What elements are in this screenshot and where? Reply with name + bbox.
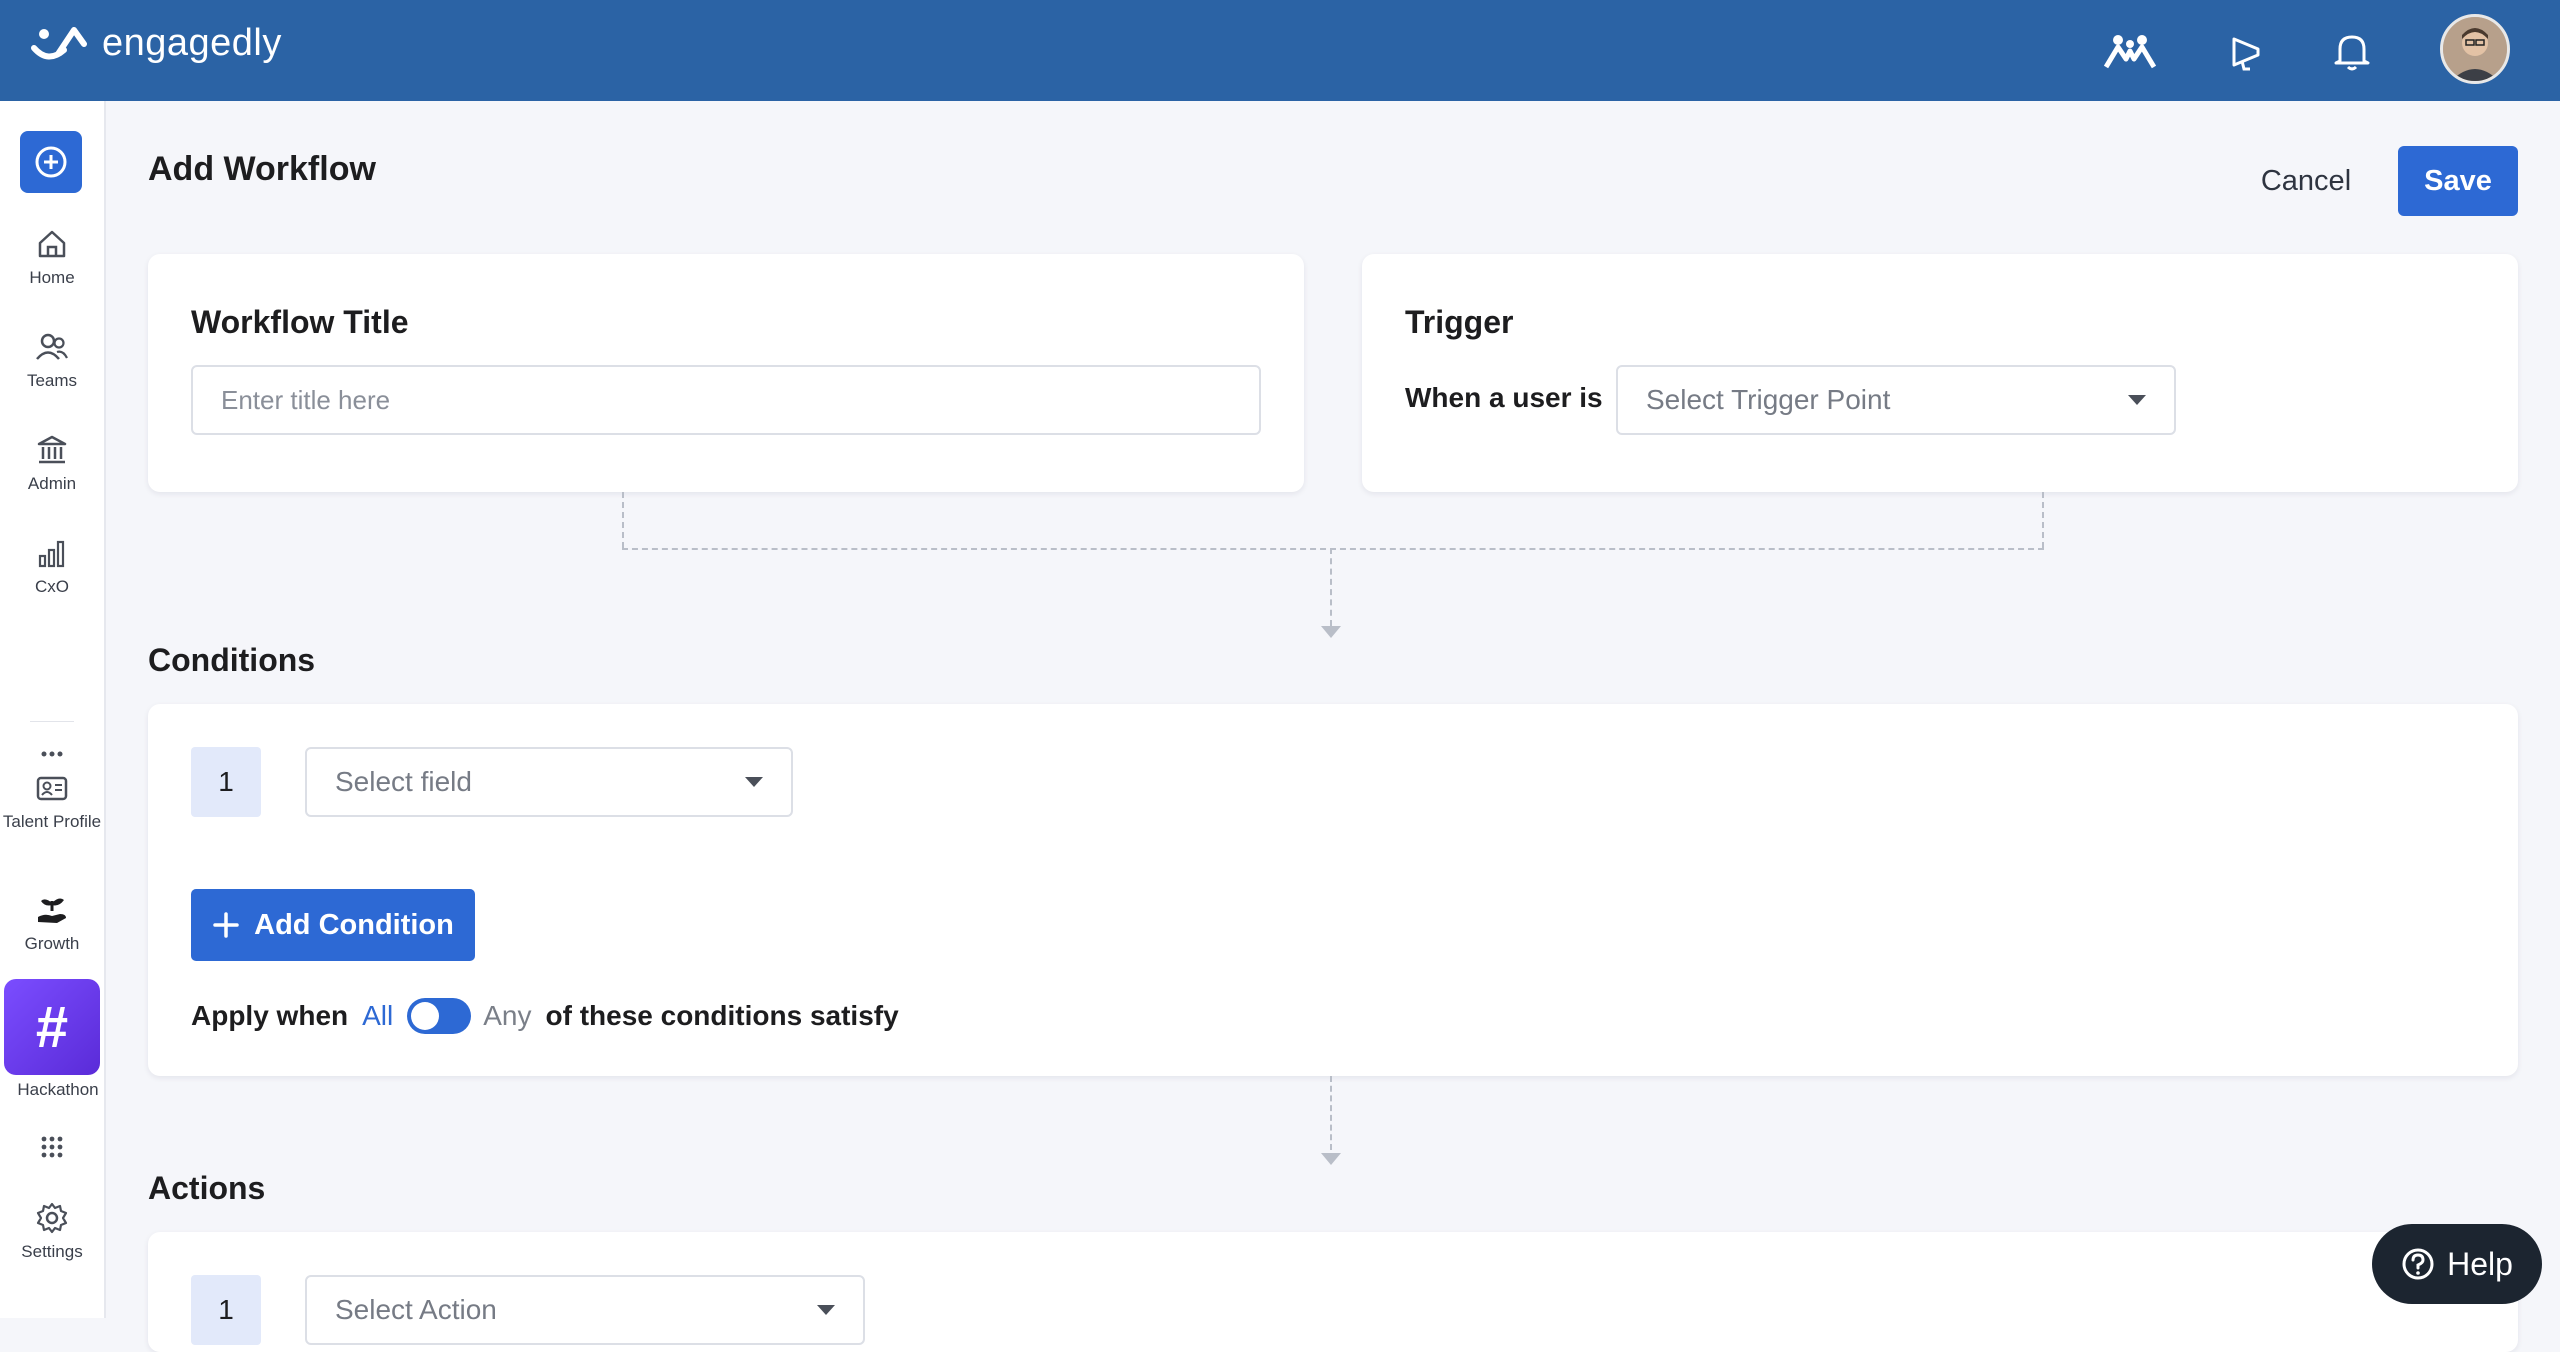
actions-card: 1 Select Action <box>148 1232 2518 1352</box>
gear-icon <box>36 1202 68 1234</box>
conditions-heading: Conditions <box>148 642 316 678</box>
sidebar-item-label: Hackathon <box>17 1080 99 1099</box>
plant-hand-icon <box>38 898 66 923</box>
people-icon[interactable] <box>2104 25 2156 77</box>
option-all-label[interactable]: All <box>362 1000 393 1032</box>
arrow-down-icon <box>1321 1153 1341 1165</box>
sidebar-item-label: Teams <box>26 371 78 390</box>
action-number: 1 <box>191 1275 261 1345</box>
condition-field-select[interactable]: Select field <box>305 747 793 817</box>
engagedly-logo-icon <box>31 27 87 60</box>
condition-field-select-value: Select field <box>335 766 472 797</box>
trigger-point-select-value: Select Trigger Point <box>1646 384 1891 415</box>
trigger-card: Trigger When a user is Select Trigger Po… <box>1362 254 2518 492</box>
sidebar-item-hackathon[interactable]: Hackathon <box>6 1079 110 1100</box>
sidebar-item-settings[interactable]: Settings <box>0 1201 104 1262</box>
cancel-button[interactable]: Cancel <box>2238 146 2374 216</box>
trigger-point-select[interactable]: Select Trigger Point <box>1616 365 2176 435</box>
sidebar-item-growth[interactable]: Growth <box>0 893 104 954</box>
page-title: Add Workflow <box>148 150 376 188</box>
hackathon-tile[interactable]: # <box>4 979 100 1075</box>
plus-circle-icon <box>35 146 67 178</box>
apply-when-row: Apply when All Any of these conditions s… <box>191 996 899 1036</box>
sidebar-item-label: Home <box>29 268 75 287</box>
apps-grid-icon[interactable] <box>0 1135 104 1164</box>
avatar[interactable] <box>2440 14 2510 84</box>
sidebar-item-admin[interactable]: Admin <box>0 433 104 494</box>
more-options-icon[interactable] <box>0 745 104 763</box>
sidebar-divider <box>30 721 74 722</box>
bar-chart-icon <box>38 540 65 568</box>
connector-line <box>622 492 624 548</box>
workflow-title-card: Workflow Title <box>148 254 1304 492</box>
action-select[interactable]: Select Action <box>305 1275 865 1345</box>
bank-icon <box>37 435 67 464</box>
chevron-down-icon <box>745 777 763 787</box>
sidebar-item-label: Growth <box>24 934 80 953</box>
apply-when-suffix: of these conditions satisfy <box>545 1000 899 1031</box>
connector-line <box>622 548 2044 550</box>
apply-when-prefix: Apply when <box>191 1000 349 1031</box>
brand-logo[interactable]: engagedly <box>30 20 282 66</box>
bell-icon[interactable] <box>2326 25 2378 77</box>
workflow-title-input[interactable] <box>191 365 1261 435</box>
megaphone-icon[interactable] <box>2222 25 2274 77</box>
home-icon <box>38 230 66 258</box>
chevron-down-icon <box>817 1305 835 1315</box>
toggle-knob <box>411 1002 440 1030</box>
sidebar: Home Teams Admin CxO Talent Profile Grow… <box>0 101 106 1318</box>
chevron-down-icon <box>2128 395 2146 405</box>
workflow-title-heading: Workflow Title <box>191 304 409 340</box>
condition-number: 1 <box>191 747 261 817</box>
sidebar-item-teams[interactable]: Teams <box>0 330 104 391</box>
sidebar-item-talent-profile[interactable]: Talent Profile <box>0 771 104 832</box>
create-button[interactable] <box>20 131 82 193</box>
brand-name: engagedly <box>102 21 282 64</box>
question-circle-icon <box>2402 1248 2434 1280</box>
help-button[interactable]: Help <box>2372 1224 2542 1304</box>
teams-icon <box>36 333 68 360</box>
connector-line <box>2042 492 2044 548</box>
all-any-toggle[interactable] <box>407 998 472 1034</box>
help-label: Help <box>2447 1245 2513 1282</box>
sidebar-item-label: Talent Profile <box>2 812 102 831</box>
id-card-icon <box>36 776 68 801</box>
sidebar-item-cxo[interactable]: CxO <box>0 536 104 597</box>
connector-line <box>1330 548 1332 626</box>
sidebar-item-label: Settings <box>21 1242 83 1261</box>
sidebar-item-label: CxO <box>35 577 69 596</box>
sidebar-item-label: Admin <box>27 474 77 493</box>
option-any-label[interactable]: Any <box>483 1000 531 1032</box>
plus-icon <box>213 912 239 938</box>
trigger-heading: Trigger <box>1405 304 1514 340</box>
trigger-label: When a user is <box>1405 382 1603 413</box>
action-select-value: Select Action <box>335 1294 497 1325</box>
add-condition-label: Add Condition <box>254 908 454 941</box>
actions-heading: Actions <box>148 1170 266 1206</box>
arrow-down-icon <box>1321 626 1341 638</box>
connector-line <box>1330 1076 1332 1150</box>
hashtag-icon: # <box>35 994 69 1060</box>
add-condition-button[interactable]: Add Condition <box>191 889 475 961</box>
sidebar-item-home[interactable]: Home <box>0 227 104 288</box>
top-bar: engagedly <box>0 0 2560 101</box>
save-button[interactable]: Save <box>2398 146 2518 216</box>
